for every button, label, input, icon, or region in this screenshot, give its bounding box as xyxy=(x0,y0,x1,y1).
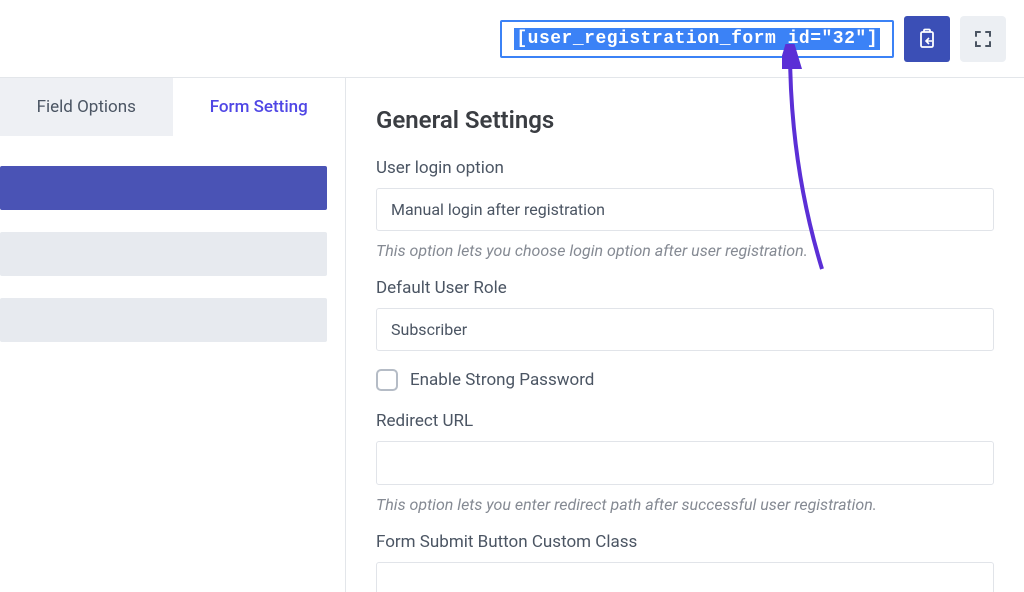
tab-form-setting[interactable]: Form Setting xyxy=(173,78,346,136)
topbar: [user_registration_form id="32"] xyxy=(0,0,1024,78)
field-label: Default User Role xyxy=(376,278,994,298)
shortcode-text: [user_registration_form id="32"] xyxy=(514,28,880,50)
field-hint: This option lets you enter redirect path… xyxy=(376,495,994,514)
sidebar-item[interactable] xyxy=(0,298,327,342)
field-strong-password: Enable Strong Password xyxy=(376,369,994,391)
layout: Field Options Form Setting General Setti… xyxy=(0,78,1024,592)
shortcode-display[interactable]: [user_registration_form id="32"] xyxy=(500,20,894,58)
field-submit-button-class: Form Submit Button Custom Class xyxy=(376,532,994,592)
page-title: General Settings xyxy=(376,106,994,134)
sidebar-items xyxy=(0,166,345,342)
sidebar-tabs: Field Options Form Setting xyxy=(0,78,345,136)
field-redirect-url: Redirect URL This option lets you enter … xyxy=(376,411,994,514)
field-default-user-role: Default User Role Subscriber xyxy=(376,278,994,351)
strong-password-checkbox[interactable] xyxy=(376,369,398,391)
select-value: Manual login after registration xyxy=(391,200,605,219)
select-value: Subscriber xyxy=(391,320,467,339)
sidebar: Field Options Form Setting xyxy=(0,78,345,592)
field-hint: This option lets you choose login option… xyxy=(376,241,994,260)
tab-field-options[interactable]: Field Options xyxy=(0,78,173,136)
default-user-role-select[interactable]: Subscriber xyxy=(376,308,994,351)
expand-button[interactable] xyxy=(960,16,1006,62)
expand-icon xyxy=(972,28,994,50)
tab-label: Form Setting xyxy=(210,97,308,117)
redirect-url-input[interactable] xyxy=(376,441,994,485)
clipboard-icon xyxy=(917,28,937,50)
field-label: User login option xyxy=(376,158,994,178)
field-label: Form Submit Button Custom Class xyxy=(376,532,994,552)
submit-button-class-input[interactable] xyxy=(376,562,994,592)
user-login-option-select[interactable]: Manual login after registration xyxy=(376,188,994,231)
sidebar-item[interactable] xyxy=(0,232,327,276)
copy-shortcode-button[interactable] xyxy=(904,16,950,62)
main-panel: General Settings User login option Manua… xyxy=(345,78,1024,592)
sidebar-item[interactable] xyxy=(0,166,327,210)
field-label: Redirect URL xyxy=(376,411,994,431)
tab-label: Field Options xyxy=(37,97,136,117)
checkbox-label: Enable Strong Password xyxy=(410,370,594,390)
field-user-login-option: User login option Manual login after reg… xyxy=(376,158,994,260)
